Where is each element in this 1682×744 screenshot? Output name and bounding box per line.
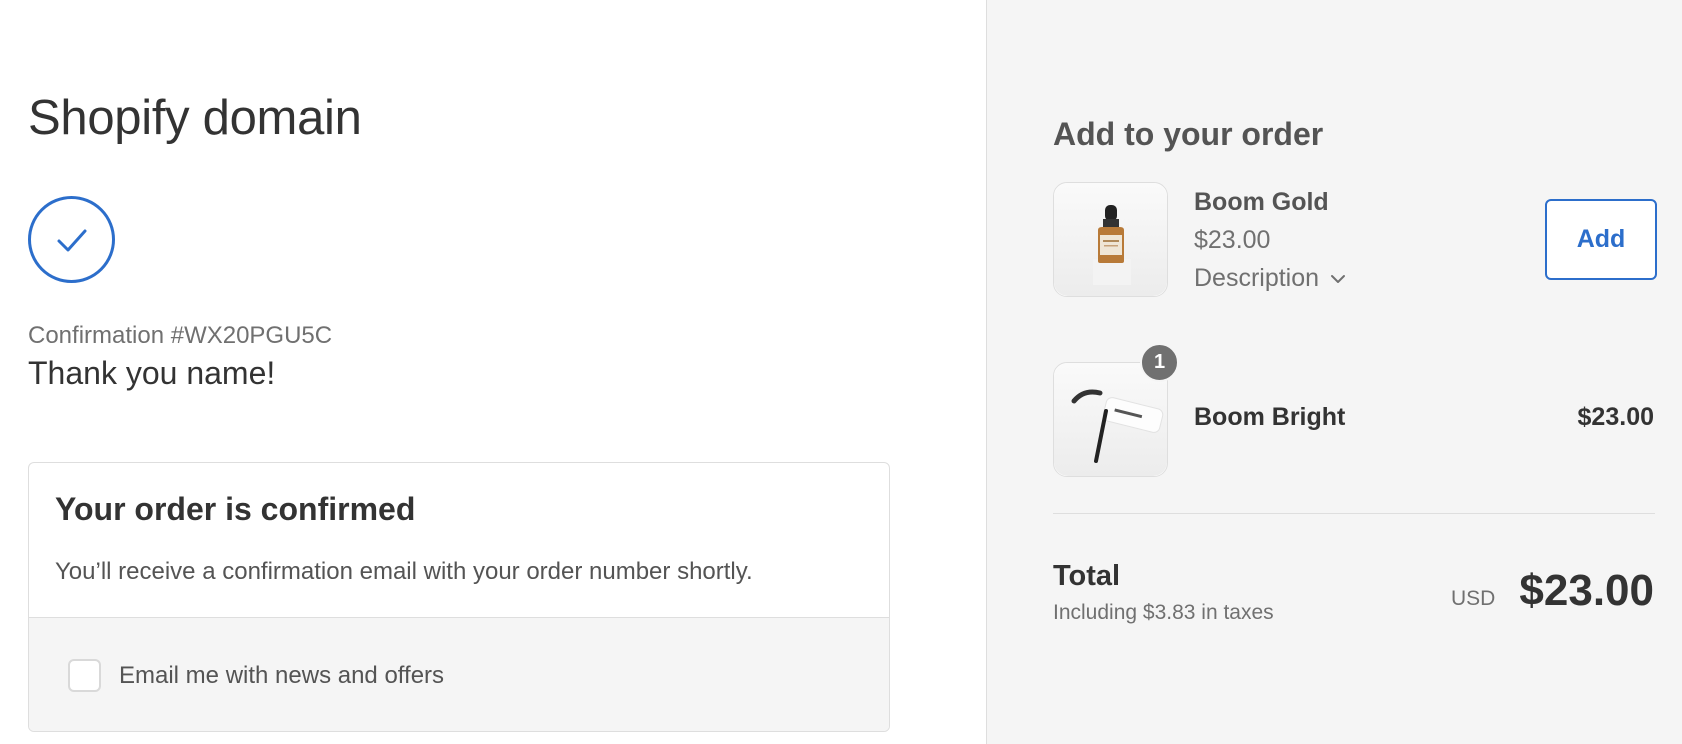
line-item-price: $23.00 bbox=[1577, 403, 1654, 431]
serum-bottle-image bbox=[1093, 205, 1131, 285]
summary-divider bbox=[1053, 513, 1655, 514]
thank-you-message: Thank you name! bbox=[28, 355, 276, 391]
product-price: $23.00 bbox=[1194, 226, 1271, 254]
currency-code: USD bbox=[1451, 587, 1496, 610]
order-confirmed-heading: Your order is confirmed bbox=[55, 491, 416, 527]
add-button[interactable]: Add bbox=[1545, 199, 1657, 280]
newsletter-label: Email me with news and offers bbox=[119, 661, 445, 689]
total-label: Total bbox=[1053, 560, 1121, 592]
main-panel: Shopify domain Confirmation #WX20PGU5C T… bbox=[0, 0, 986, 744]
product-name: Boom Gold bbox=[1194, 188, 1329, 216]
total-amount: $23.00 bbox=[1519, 566, 1654, 615]
order-confirmed-section: Your order is confirmed You’ll receive a… bbox=[29, 463, 889, 618]
checkmark-circle-icon bbox=[28, 196, 115, 283]
order-confirmed-message: You’ll receive a confirmation email with… bbox=[55, 558, 753, 585]
shop-title: Shopify domain bbox=[28, 91, 362, 145]
tax-note: Including $3.83 in taxes bbox=[1053, 601, 1274, 624]
line-item-name: Boom Bright bbox=[1194, 403, 1346, 431]
product-thumbnail-boom-gold bbox=[1053, 182, 1168, 297]
newsletter-checkbox[interactable] bbox=[68, 659, 101, 692]
description-toggle[interactable]: Description bbox=[1194, 264, 1347, 293]
order-confirmed-card: Your order is confirmed You’ll receive a… bbox=[28, 462, 890, 732]
description-label: Description bbox=[1194, 264, 1320, 292]
confirmation-number: Confirmation #WX20PGU5C bbox=[28, 322, 333, 349]
newsletter-option[interactable]: Email me with news and offers bbox=[29, 618, 889, 731]
order-summary-panel: Add to your order Boom Gold $23.00 Descr… bbox=[986, 0, 1682, 744]
quantity-badge: 1 bbox=[1140, 343, 1179, 382]
upsell-title: Add to your order bbox=[1053, 116, 1324, 152]
line-item-thumbnail: 1 bbox=[1053, 343, 1179, 477]
chevron-down-icon bbox=[1331, 274, 1346, 283]
